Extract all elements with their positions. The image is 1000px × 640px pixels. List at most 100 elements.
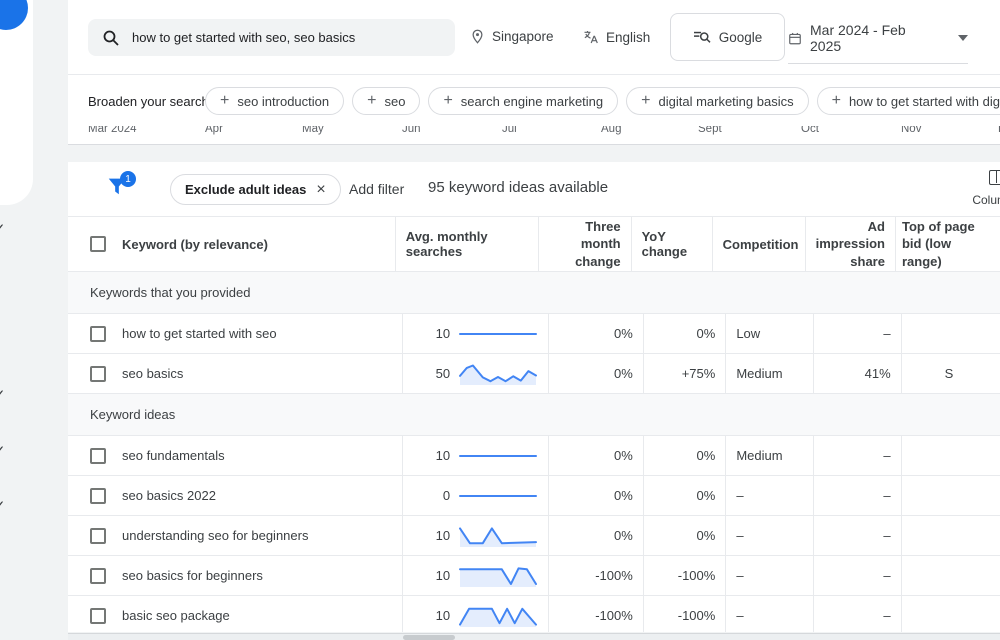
horizontal-scrollbar[interactable]: [68, 633, 1000, 640]
keyword-row: seo fundamentals100%0%Medium–: [68, 436, 1000, 476]
table-section-label: Keyword ideas: [68, 394, 1000, 436]
broaden-chip-label: seo: [384, 94, 405, 109]
broaden-label: Broaden your search:: [88, 94, 212, 109]
filter-bar: 1 Exclude adult ideas × Add filter 95 ke…: [68, 162, 1000, 217]
avg-monthly-searches-value: 10: [436, 608, 450, 623]
broaden-chip-label: seo introduction: [237, 94, 329, 109]
header-competition[interactable]: Competition: [723, 237, 799, 252]
filter-button[interactable]: 1: [106, 175, 136, 205]
filter-count-badge: 1: [120, 171, 136, 187]
columns-icon: [989, 170, 1000, 185]
results-summary: 95 keyword ideas available: [428, 179, 608, 196]
table-section-label: Keywords that you provided: [68, 272, 1000, 314]
keyword-text: basic seo package: [122, 608, 230, 623]
columns-button[interactable]: Columns: [966, 170, 1000, 207]
row-checkbox[interactable]: [90, 608, 106, 624]
scrollbar-thumb[interactable]: [403, 635, 455, 640]
search-settings-bar: how to get started with seo, seo basics …: [68, 0, 1000, 75]
broaden-chip[interactable]: + seo: [352, 87, 420, 115]
competition-value: –: [736, 568, 743, 583]
filter-chip-label: Exclude adult ideas: [185, 182, 306, 197]
yoy-change-value: +75%: [682, 366, 716, 381]
ad-impression-share-value: 41%: [865, 366, 891, 381]
language-label: English: [606, 30, 650, 45]
row-checkbox[interactable]: [90, 488, 106, 504]
keyword-row: seo basics 202200%0%––: [68, 476, 1000, 516]
avg-monthly-searches-value: 50: [436, 366, 450, 381]
trend-sparkline: [458, 483, 538, 509]
three-month-change-value: -100%: [595, 608, 633, 623]
ad-impression-share-value: –: [883, 448, 890, 463]
broaden-chip[interactable]: +digital marketing basics: [626, 87, 808, 115]
row-checkbox[interactable]: [90, 448, 106, 464]
ad-impression-share-value: –: [883, 568, 890, 583]
header-ad-impression-share[interactable]: Ad impression share: [816, 218, 885, 271]
location-label: Singapore: [492, 29, 554, 44]
plus-icon: +: [367, 92, 376, 110]
row-checkbox[interactable]: [90, 528, 106, 544]
row-checkbox[interactable]: [90, 568, 106, 584]
search-icon: [102, 29, 120, 47]
chevron-down-icon: [958, 35, 968, 41]
keyword-text: seo basics 2022: [122, 488, 216, 503]
keyword-search-input[interactable]: how to get started with seo, seo basics: [88, 19, 455, 56]
keyword-row: understanding seo for beginners100%0%––: [68, 516, 1000, 556]
month-tick-label: Oct: [801, 126, 819, 135]
trend-sparkline: [458, 563, 538, 589]
header-yoy-change[interactable]: YoY change: [642, 229, 702, 259]
search-network-button[interactable]: Google: [670, 13, 785, 61]
top-of-page-bid-value: S: [912, 366, 954, 381]
location-selector[interactable]: Singapore: [470, 29, 554, 44]
partial-check-icon: ✓: [0, 497, 6, 515]
row-checkbox[interactable]: [90, 326, 106, 342]
three-month-change-value: 0%: [614, 366, 633, 381]
collapsed-nav-panel: [0, 0, 33, 205]
month-tick-label: Jul: [502, 126, 517, 135]
partial-check-icon: ✓: [0, 386, 6, 404]
header-avg-monthly-searches[interactable]: Avg. monthly searches: [406, 229, 528, 259]
exclude-adult-ideas-chip[interactable]: Exclude adult ideas ×: [170, 174, 341, 205]
language-selector[interactable]: English: [582, 29, 650, 45]
keyword-text: seo fundamentals: [122, 448, 225, 463]
table-header-row: Keyword (by relevance) Avg. monthly sear…: [68, 217, 1000, 272]
columns-label: Columns: [966, 193, 1000, 207]
keyword-row: seo basics for beginners10-100%-100%––: [68, 556, 1000, 596]
broaden-chip[interactable]: +seo introduction: [205, 87, 344, 115]
broaden-search-bar: Broaden your search: +seo introduction+s…: [68, 76, 1000, 126]
avg-monthly-searches-value: 0: [443, 488, 450, 503]
search-query-text: how to get started with seo, seo basics: [132, 30, 355, 45]
yoy-change-value: -100%: [678, 608, 716, 623]
broaden-chip-label: digital marketing basics: [658, 94, 793, 109]
keyword-planner-main: how to get started with seo, seo basics …: [68, 0, 1000, 640]
avg-monthly-searches-value: 10: [436, 528, 450, 543]
header-keyword[interactable]: Keyword (by relevance): [122, 237, 268, 252]
header-top-of-page-bid[interactable]: Top of page bid (low range): [902, 218, 990, 271]
location-pin-icon: [470, 29, 485, 44]
remove-filter-icon[interactable]: ×: [316, 181, 325, 199]
keyword-text: seo basics for beginners: [122, 568, 263, 583]
avg-monthly-searches-value: 10: [436, 326, 450, 341]
broaden-chip[interactable]: +how to get started with digital marketi…: [817, 87, 1000, 115]
broaden-chip[interactable]: +search engine marketing: [428, 87, 618, 115]
competition-value: Low: [736, 326, 760, 341]
trend-sparkline: [458, 321, 538, 347]
yoy-change-value: 0%: [697, 448, 716, 463]
month-tick-label: Apr: [205, 126, 223, 135]
search-network-icon: [693, 29, 711, 45]
partial-check-icon: ✓: [0, 220, 6, 238]
month-tick-label: May: [302, 126, 324, 135]
header-three-month-change[interactable]: Three month change: [549, 218, 621, 271]
date-range-selector[interactable]: Mar 2024 - Feb 2025: [788, 22, 968, 64]
avg-monthly-searches-value: 10: [436, 448, 450, 463]
add-filter-button[interactable]: Add filter: [349, 181, 404, 197]
yoy-change-value: 0%: [697, 528, 716, 543]
month-tick-label: Sept: [698, 126, 722, 135]
competition-value: –: [736, 608, 743, 623]
broaden-chip-list: +seo introduction + seo +search engine mark…: [205, 87, 1000, 115]
three-month-change-value: 0%: [614, 448, 633, 463]
row-checkbox[interactable]: [90, 366, 106, 382]
select-all-checkbox[interactable]: [90, 236, 106, 252]
trend-sparkline: [458, 361, 538, 387]
month-tick-label: Jun: [402, 126, 421, 135]
competition-value: –: [736, 528, 743, 543]
